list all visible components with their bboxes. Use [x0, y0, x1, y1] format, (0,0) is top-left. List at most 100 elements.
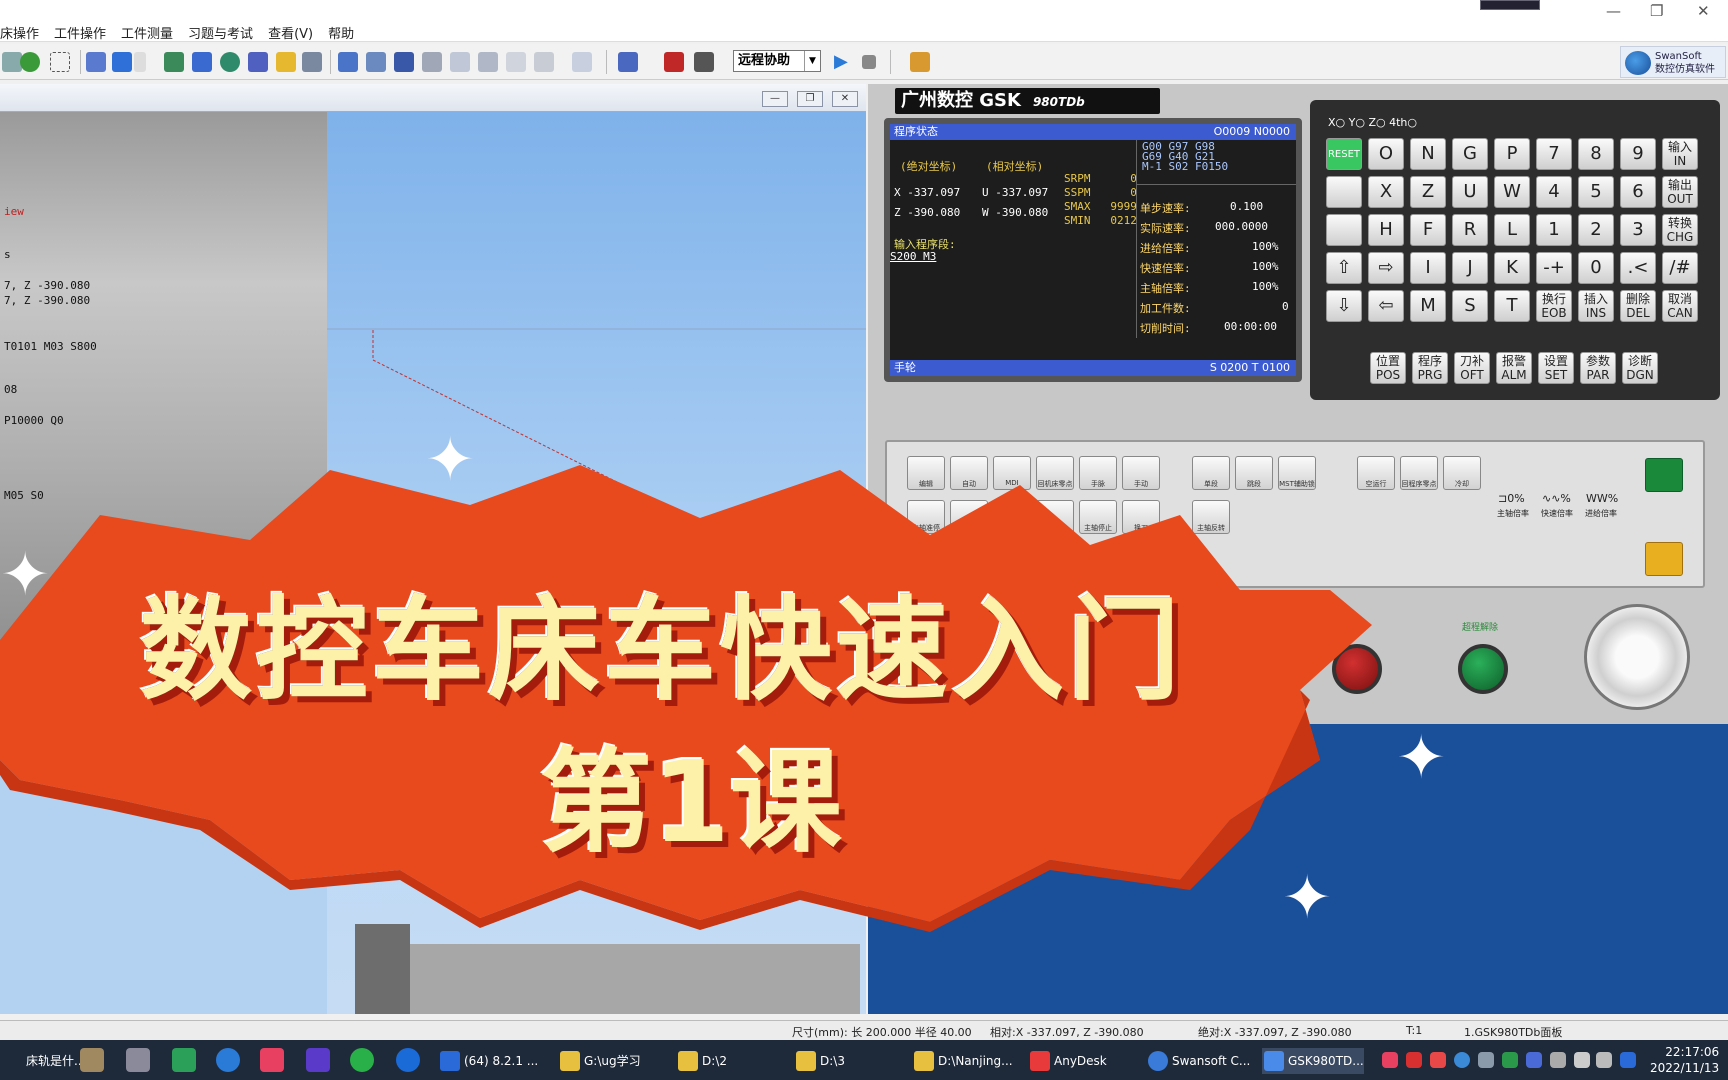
control-button[interactable]: 主轴正转 [950, 500, 988, 534]
key-button[interactable]: X [1368, 176, 1404, 208]
shape8-icon[interactable] [534, 52, 554, 72]
control-button[interactable]: 冷却 [1443, 456, 1481, 490]
key-button[interactable]: 删除 DEL [1620, 290, 1656, 322]
cube-view-icon[interactable] [112, 52, 132, 72]
control-button[interactable]: 润滑 [993, 500, 1031, 534]
key-button[interactable]: 6 [1620, 176, 1656, 208]
key-button[interactable]: .< [1620, 252, 1656, 284]
taskbar-item[interactable]: D:\3 [794, 1048, 845, 1074]
key-button[interactable]: 换行 EOB [1536, 290, 1572, 322]
page-key-button[interactable]: 报警 ALM [1496, 352, 1532, 384]
key-button[interactable]: G [1452, 138, 1488, 170]
wechat-icon[interactable] [350, 1048, 374, 1072]
ime-icon[interactable] [1620, 1052, 1636, 1068]
control-button[interactable]: 主轴准停 [907, 500, 945, 534]
mode-select[interactable]: 远程协助 ▼ [733, 50, 821, 72]
key-button[interactable]: 4 [1536, 176, 1572, 208]
reset-view-icon[interactable] [2, 52, 22, 72]
feed-hold-icon[interactable] [1645, 542, 1683, 576]
control-button[interactable]: 主轴反转 [1192, 500, 1230, 534]
key-button[interactable]: 2 [1578, 214, 1614, 246]
save-red-icon[interactable] [664, 52, 684, 72]
config-icon[interactable] [910, 52, 930, 72]
taskbar-item[interactable]: G:\ug学习 [558, 1048, 641, 1074]
key-button[interactable]: ⇧ [1326, 252, 1362, 284]
taskbar-item[interactable]: Swansoft C... [1146, 1048, 1250, 1074]
taskbar-item[interactable]: AnyDesk [1028, 1048, 1107, 1074]
control-button[interactable]: 自动 [950, 456, 988, 490]
key-button[interactable] [1326, 214, 1362, 246]
calculator-icon[interactable] [126, 1048, 150, 1072]
key-button[interactable]: J [1452, 252, 1488, 284]
minimize-icon[interactable]: — [1606, 2, 1621, 20]
control-button[interactable]: MDI [993, 456, 1031, 490]
measure-icon[interactable] [302, 52, 322, 72]
taskbar-item[interactable]: 床轨是什... [0, 1048, 85, 1074]
network-icon[interactable] [1574, 1052, 1590, 1068]
key-button[interactable]: L [1494, 214, 1530, 246]
key-button[interactable]: ⇨ [1368, 252, 1404, 284]
select-box-icon[interactable] [50, 52, 70, 72]
taskbar-item[interactable]: D:\Nanjing... [912, 1048, 1013, 1074]
menu-machine[interactable]: 床操作 [0, 23, 39, 42]
key-button[interactable]: S [1452, 290, 1488, 322]
key-button[interactable]: Z [1410, 176, 1446, 208]
control-button[interactable]: MST辅助锁 [1278, 456, 1316, 490]
key-button[interactable]: P [1494, 138, 1530, 170]
tray-icon[interactable] [1478, 1052, 1494, 1068]
key-button[interactable]: F [1410, 214, 1446, 246]
key-button[interactable]: 9 [1620, 138, 1656, 170]
clip-icon[interactable] [572, 52, 592, 72]
key-button[interactable]: I [1410, 252, 1446, 284]
menu-view[interactable]: 查看(V) [268, 23, 313, 42]
key-button[interactable]: K [1494, 252, 1530, 284]
shape5-icon[interactable] [450, 52, 470, 72]
shape3-icon[interactable] [394, 52, 414, 72]
key-button[interactable]: 5 [1578, 176, 1614, 208]
menu-measure[interactable]: 工件测量 [121, 23, 173, 42]
page-key-button[interactable]: 位置 POS [1370, 352, 1406, 384]
page-key-button[interactable]: 程序 PRG [1412, 352, 1448, 384]
control-button[interactable]: 手脉 [1079, 456, 1117, 490]
knife-icon[interactable] [192, 52, 212, 72]
shape7-icon[interactable] [506, 52, 526, 72]
key-button[interactable]: H [1368, 214, 1404, 246]
app-icon[interactable] [172, 1048, 196, 1072]
control-button[interactable]: 回程序零点 [1400, 456, 1438, 490]
key-button[interactable]: O [1368, 138, 1404, 170]
key-button[interactable]: 输出 OUT [1662, 176, 1698, 208]
refresh-icon[interactable] [20, 52, 40, 72]
stop-icon[interactable] [862, 55, 876, 69]
key-button[interactable]: 7 [1536, 138, 1572, 170]
control-button[interactable]: 手动 [1122, 456, 1160, 490]
tray-icon[interactable] [1454, 1052, 1470, 1068]
control-button[interactable]: 单段 [1192, 456, 1230, 490]
volume-icon[interactable] [1550, 1052, 1566, 1068]
video-icon[interactable] [260, 1048, 284, 1072]
key-button[interactable]: /# [1662, 252, 1698, 284]
key-button[interactable]: 0 [1578, 252, 1614, 284]
control-button[interactable]: 点动 [1036, 500, 1074, 534]
part-icon[interactable] [164, 52, 184, 72]
control-button[interactable]: 编辑 [907, 456, 945, 490]
sim-minimize-icon[interactable]: — [762, 91, 788, 107]
key-button[interactable]: 输入 IN [1662, 138, 1698, 170]
tray-icon[interactable] [1502, 1052, 1518, 1068]
tool-icon[interactable] [248, 52, 268, 72]
control-button[interactable]: 跳段 [1235, 456, 1273, 490]
shape2-icon[interactable] [366, 52, 386, 72]
dropdown-arrow-icon[interactable] [134, 52, 146, 72]
sim-restore-icon[interactable]: ❐ [797, 91, 823, 107]
window-icon[interactable] [86, 52, 106, 72]
shape1-icon[interactable] [338, 52, 358, 72]
key-button[interactable]: R [1452, 214, 1488, 246]
save-icon[interactable] [694, 52, 714, 72]
key-button[interactable]: M [1410, 290, 1446, 322]
shape4-icon[interactable] [422, 52, 442, 72]
key-button[interactable]: N [1410, 138, 1446, 170]
shape6-icon[interactable] [478, 52, 498, 72]
key-button[interactable]: 取消 CAN [1662, 290, 1698, 322]
key-button[interactable]: ⇩ [1326, 290, 1362, 322]
key-button[interactable] [1326, 176, 1362, 208]
taskbar-item[interactable]: (64) 8.2.1 ... [438, 1048, 538, 1074]
